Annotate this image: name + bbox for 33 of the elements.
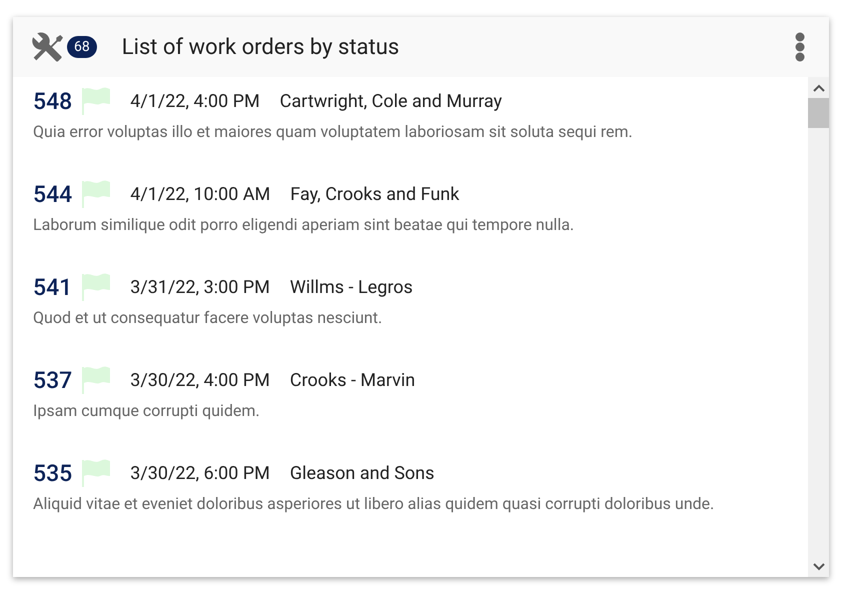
order-number[interactable]: 548 [33,88,72,114]
scrollbar[interactable] [808,77,829,577]
company-name: Cartwright, Cole and Murray [280,90,502,112]
card-title: List of work orders by status [122,34,400,60]
chevron-down-icon [812,562,824,570]
order-date: 3/30/22, 4:00 PM [130,370,270,390]
company-name: Gleason and Sons [290,462,434,484]
flag-icon [80,366,112,394]
order-description: Aliquid vitae et eveniet doloribus asperiores ut libero alias quidem quasi corrupti doloribus unde. [33,494,716,513]
company-name: Fay, Crooks and Funk [290,184,460,204]
count-badge: 68 [67,36,97,58]
chevron-up-icon [812,84,824,92]
order-description: Quia error voluptas illo et maiores quam voluptatem laboriosam sit soluta sequi rem. [33,122,634,141]
order-date: 4/1/22, 4:00 PM [130,90,260,112]
order-description: Ipsam cumque corrupti quidem. [33,401,261,420]
order-number[interactable]: 537 [33,366,72,394]
flag-icon [80,87,112,115]
order-description: Quod et ut consequatur facere voluptas nesciunt. [33,308,384,327]
order-number[interactable]: 544 [33,180,72,208]
order-date: 4/1/22, 10:00 AM [130,184,270,204]
company-name: Crooks - Marvin [290,370,416,390]
order-description: Laborum similique odit porro eligendi aperiam sint beatae qui tempore nulla. [33,215,576,234]
order-date: 3/31/22, 3:00 PM [130,276,270,298]
more-vertical-icon [795,32,805,62]
order-date: 3/30/22, 6:00 PM [130,462,270,484]
company-name: Willms - Legros [290,276,413,298]
scrollbar-thumb[interactable] [808,98,829,128]
flag-icon [80,273,112,301]
order-number[interactable]: 541 [33,274,72,300]
order-number[interactable]: 535 [33,460,72,486]
tools-icon [31,31,63,63]
flag-icon [80,180,112,208]
flag-icon [80,459,112,487]
